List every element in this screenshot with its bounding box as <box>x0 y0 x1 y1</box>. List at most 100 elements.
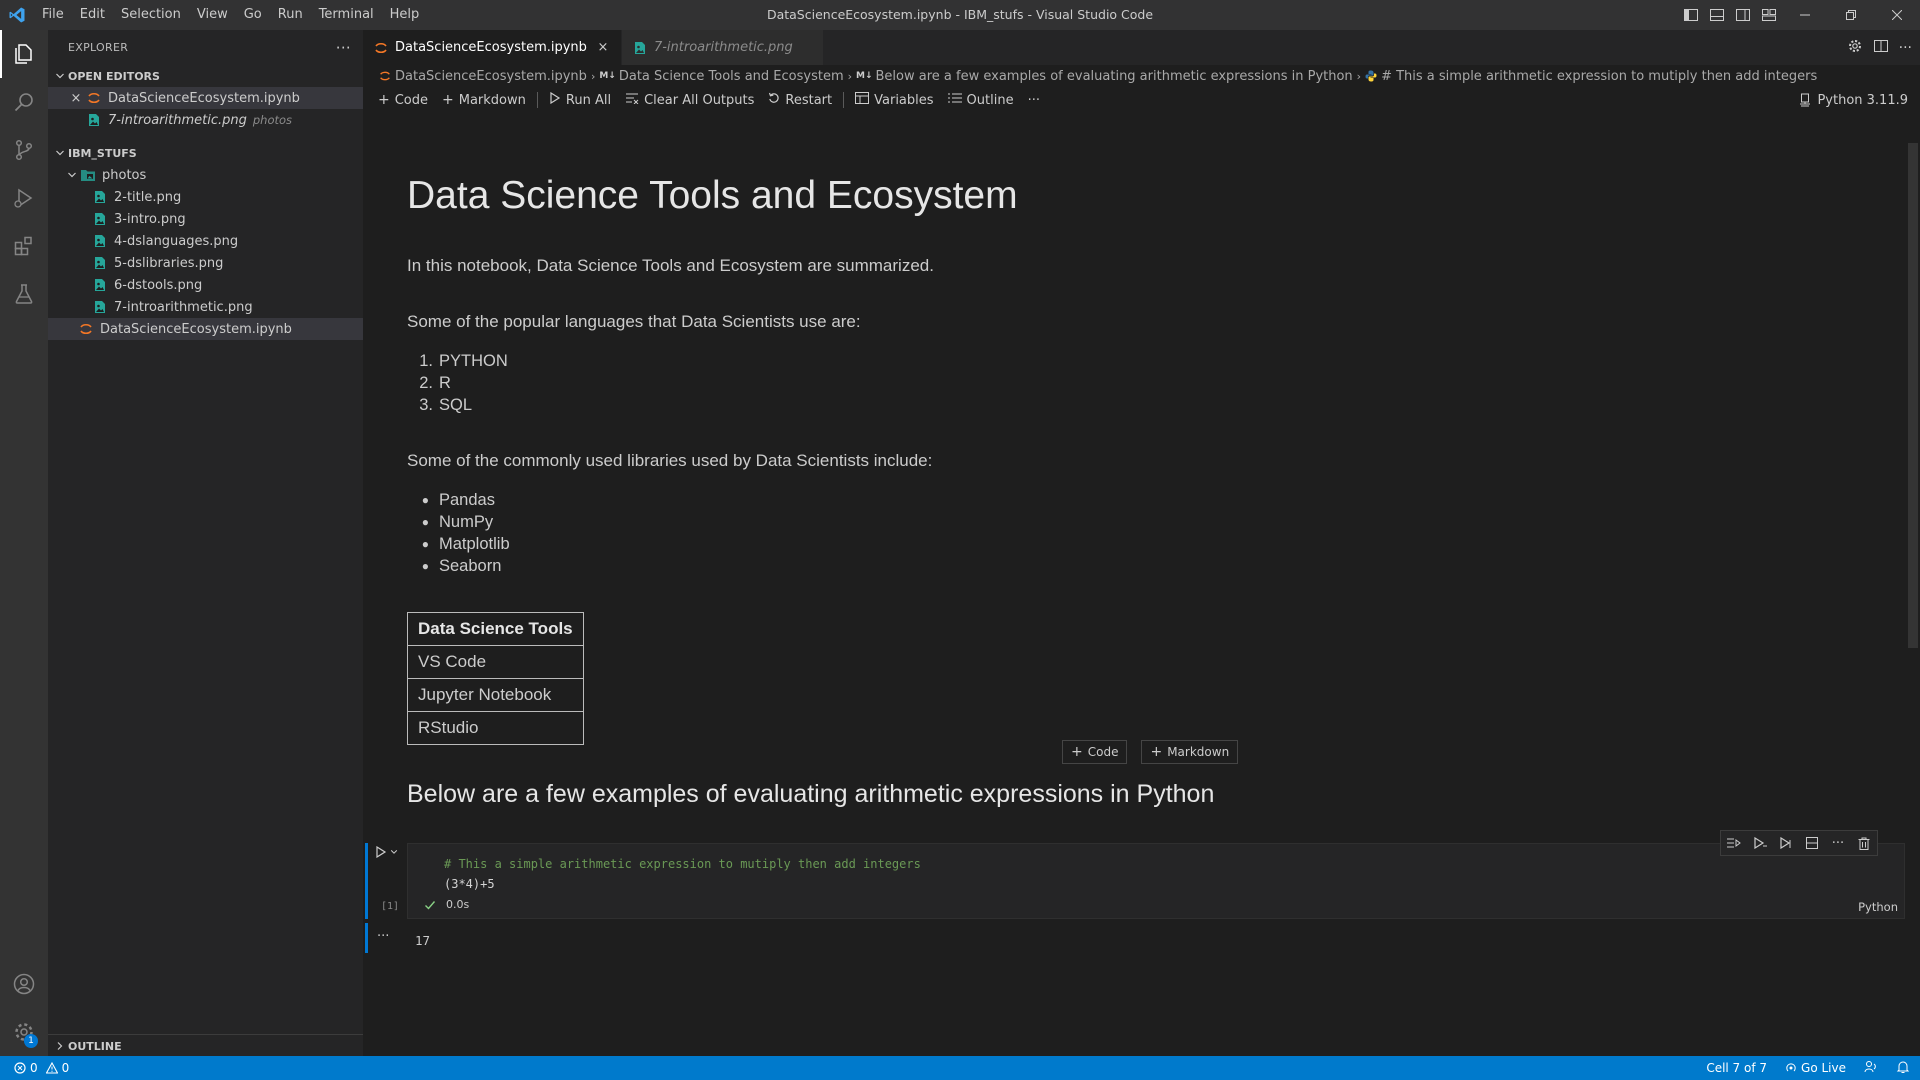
cell-more-icon[interactable]: ··· <box>1829 836 1847 851</box>
error-count: 0 <box>30 1061 38 1075</box>
file-item[interactable]: 7-introarithmetic.png <box>48 296 363 318</box>
folder-item-photos[interactable]: photos <box>48 164 363 186</box>
restore-icon[interactable] <box>1828 0 1874 30</box>
tools-table: Data Science Tools VS Code Jupyter Noteb… <box>407 612 584 745</box>
run-above-icon[interactable] <box>1725 837 1743 849</box>
open-editors-label: OPEN EDITORS <box>68 69 160 83</box>
breadcrumb-h1[interactable]: Data Science Tools and Ecosystem <box>619 69 844 84</box>
open-editor-item[interactable]: 7-introarithmetic.png photos <box>48 109 363 131</box>
explorer-icon[interactable] <box>0 30 48 78</box>
delete-cell-icon[interactable] <box>1855 837 1873 850</box>
toggle-primary-sidebar-icon[interactable] <box>1678 0 1704 30</box>
close-editor-icon[interactable]: × <box>68 91 84 106</box>
menu-selection[interactable]: Selection <box>113 0 189 30</box>
add-markdown-cell-button[interactable]: + Markdown <box>435 89 533 111</box>
outline-section[interactable]: OUTLINE <box>48 1034 363 1056</box>
feedback-icon[interactable] <box>1864 1060 1878 1077</box>
run-next-icon[interactable] <box>1777 837 1795 849</box>
breadcrumb-code[interactable]: # This a simple arithmetic expression to… <box>1381 69 1817 84</box>
close-window-icon[interactable] <box>1874 0 1920 30</box>
breadcrumb-file[interactable]: DataScienceEcosystem.ipynb <box>395 69 587 84</box>
add-code-cell-button[interactable]: + Code <box>371 89 435 111</box>
go-live-button[interactable]: Go Live <box>1785 1061 1846 1075</box>
close-tab-icon[interactable]: × <box>595 40 611 55</box>
account-icon[interactable] <box>0 960 48 1008</box>
output-more-button[interactable]: ··· <box>377 929 389 944</box>
testing-icon[interactable] <box>0 270 48 318</box>
clear-outputs-button[interactable]: Clear All Outputs <box>618 89 761 111</box>
file-item[interactable]: 4-dslanguages.png <box>48 230 363 252</box>
menu-run[interactable]: Run <box>270 0 311 30</box>
menu-file[interactable]: File <box>34 0 72 30</box>
editor-more-icon[interactable]: ··· <box>1899 40 1912 56</box>
file-item[interactable]: 5-dslibraries.png <box>48 252 363 274</box>
more-actions-icon[interactable]: ··· <box>336 39 351 57</box>
scrollbar-thumb[interactable] <box>1908 143 1918 648</box>
run-all-button[interactable]: Run All <box>542 89 618 111</box>
kernel-icon <box>1799 93 1811 107</box>
code-cell[interactable]: ··· # This a simple arithmetic expressio… <box>407 830 1905 919</box>
list-item: 2. R <box>419 373 451 392</box>
code-line: (3*4)+5 <box>444 877 495 891</box>
kernel-label: Python 3.11.9 <box>1817 92 1908 108</box>
open-editors-header[interactable]: OPEN EDITORS <box>48 65 363 87</box>
split-editor-icon[interactable] <box>1873 38 1889 58</box>
minimize-icon[interactable] <box>1782 0 1828 30</box>
toolbar-more-button[interactable]: ··· <box>1021 89 1047 111</box>
file-item[interactable]: 3-intro.png <box>48 208 363 230</box>
menu-edit[interactable]: Edit <box>72 0 113 30</box>
chevron-right-icon: › <box>1356 69 1362 83</box>
check-icon <box>425 900 436 910</box>
breadcrumb-h2[interactable]: Below are a few examples of evaluating a… <box>876 69 1353 84</box>
run-debug-icon[interactable] <box>0 174 48 222</box>
cell-position[interactable]: Cell 7 of 7 <box>1706 1061 1767 1075</box>
outline-button[interactable]: Outline <box>941 89 1021 111</box>
insert-markdown-cell-button[interactable]: + Markdown <box>1141 740 1239 764</box>
menu-go[interactable]: Go <box>236 0 270 30</box>
insert-code-cell-button[interactable]: + Code <box>1062 740 1128 764</box>
cell-language[interactable]: Python <box>1858 900 1898 914</box>
error-icon <box>14 1062 26 1074</box>
manage-gear-icon[interactable]: 1 <box>0 1008 48 1056</box>
workspace-folder-header[interactable]: IBM_STUFS <box>48 142 363 164</box>
run-below-icon[interactable] <box>1751 837 1769 849</box>
notebook-toolbar: + Code + Markdown Run All Clear All Output… <box>363 87 1920 113</box>
sidebar-title: EXPLORER <box>68 41 129 54</box>
split-cell-icon[interactable] <box>1803 837 1821 849</box>
restart-kernel-button[interactable]: Restart <box>761 89 839 111</box>
variables-button[interactable]: Variables <box>848 89 940 111</box>
toggle-secondary-sidebar-icon[interactable] <box>1730 0 1756 30</box>
table-cell: Jupyter Notebook <box>407 678 584 712</box>
chevron-right-icon <box>52 1041 68 1051</box>
search-icon[interactable] <box>0 78 48 126</box>
open-editor-item[interactable]: × DataScienceEcosystem.ipynb <box>48 87 363 109</box>
customize-layout-icon[interactable] <box>1756 0 1782 30</box>
file-item[interactable]: 6-dstools.png <box>48 274 363 296</box>
tab-image[interactable]: 7-introarithmetic.png <box>621 30 824 65</box>
tab-label: 7-introarithmetic.png <box>653 40 793 55</box>
menu-terminal[interactable]: Terminal <box>311 0 382 30</box>
settings-gear-icon[interactable] <box>1847 38 1863 58</box>
cell-duration: 0.0s <box>446 898 470 911</box>
image-file-icon <box>92 211 108 227</box>
breadcrumb: DataScienceEcosystem.ipynb › M↓ Data Sci… <box>363 65 1920 87</box>
outline-header[interactable]: OUTLINE <box>48 1035 363 1057</box>
problems-indicator[interactable]: 0 0 <box>0 1061 69 1075</box>
run-cell-button[interactable] <box>375 846 398 858</box>
notifications-bell-icon[interactable] <box>1896 1060 1910 1077</box>
tab-notebook[interactable]: DataScienceEcosystem.ipynb × <box>363 30 622 65</box>
menu-help[interactable]: Help <box>382 0 428 30</box>
extensions-icon[interactable] <box>0 222 48 270</box>
explorer-sidebar: EXPLORER ··· OPEN EDITORS × DataScienceE… <box>48 30 363 1056</box>
list-item: ● Matplotlib <box>421 534 510 553</box>
file-item-notebook[interactable]: DataScienceEcosystem.ipynb <box>48 318 363 340</box>
toggle-panel-icon[interactable] <box>1704 0 1730 30</box>
editor-scrollbar[interactable] <box>1906 143 1920 1056</box>
kernel-picker[interactable]: Python 3.11.9 <box>1799 87 1908 113</box>
file-item[interactable]: 2-title.png <box>48 186 363 208</box>
table-header: Data Science Tools <box>407 612 584 646</box>
menu-view[interactable]: View <box>189 0 236 30</box>
code-editor[interactable]: # This a simple arithmetic expression to… <box>444 854 921 894</box>
chevron-down-icon <box>52 71 68 81</box>
source-control-icon[interactable] <box>0 126 48 174</box>
